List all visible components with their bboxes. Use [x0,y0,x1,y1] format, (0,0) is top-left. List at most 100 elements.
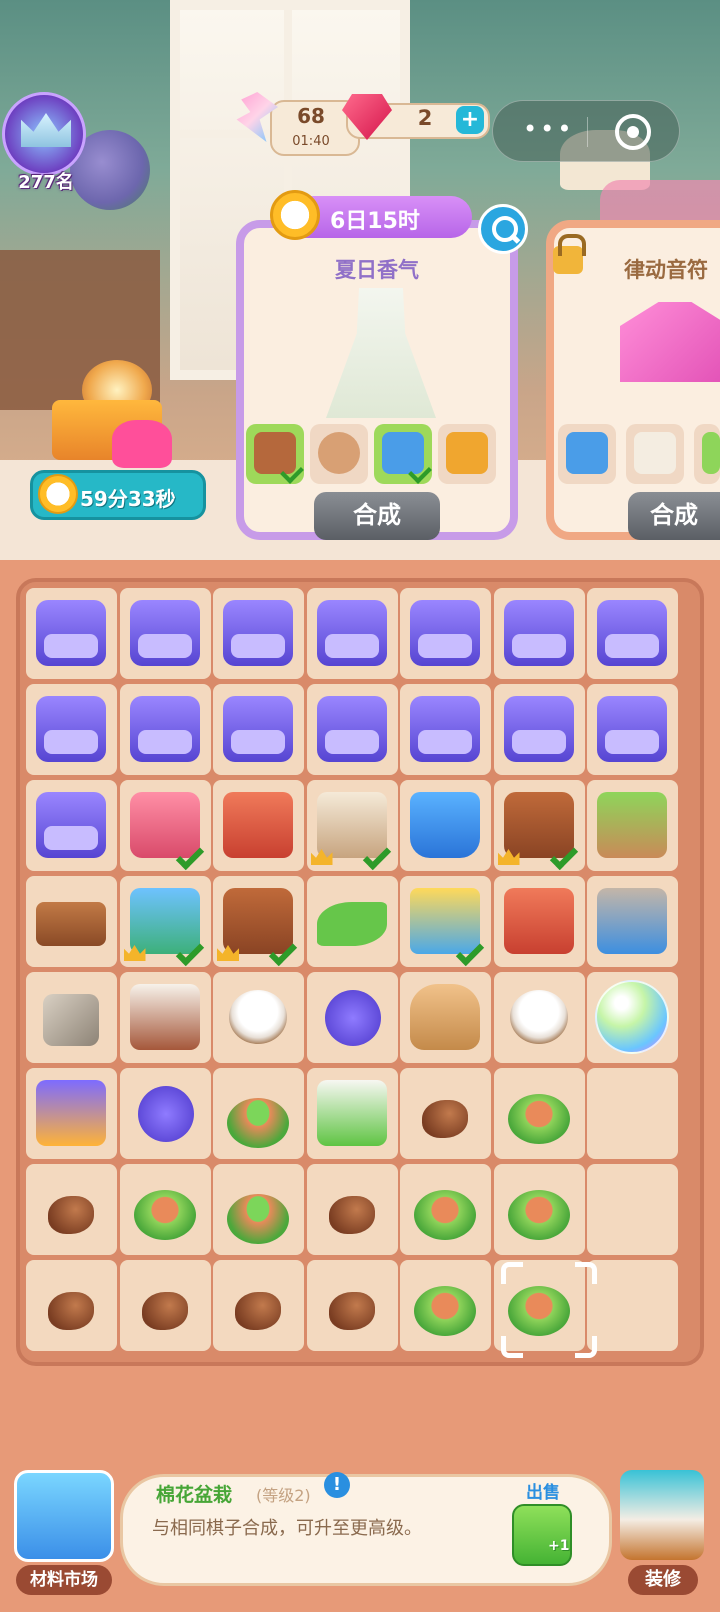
board-cell[interactable] [119,588,211,679]
requirement-slot[interactable] [438,424,496,484]
board-cell[interactable] [587,1068,678,1159]
board-cell[interactable] [306,684,398,775]
board-cell[interactable] [213,1260,304,1351]
board-cell[interactable] [587,1164,678,1255]
board-cell[interactable] [587,1260,678,1351]
board-cell[interactable] [26,1260,117,1351]
kit-icon [316,600,387,666]
capsule-divider [587,117,588,147]
board-cell[interactable] [587,876,678,967]
board-cell[interactable] [493,780,585,871]
board-cell[interactable] [119,1068,211,1159]
plant-icon [702,432,720,474]
seed-icon [141,1292,188,1330]
board-cell[interactable] [587,684,678,775]
decorate-button[interactable] [620,1470,704,1560]
board-cell[interactable] [493,1068,585,1159]
board-cell[interactable] [306,876,398,967]
requirement-slot[interactable] [310,424,368,484]
cotton-icon [229,990,287,1044]
requirement-slot[interactable] [694,424,720,484]
board-cell[interactable] [400,876,491,967]
board-cell[interactable] [213,972,304,1063]
board-cell[interactable] [306,780,398,871]
search-icon[interactable] [478,204,528,254]
material-market-label[interactable]: 材料市场 [16,1565,112,1595]
board-cell[interactable] [213,1164,304,1255]
board-cell[interactable] [213,588,304,679]
board-cell[interactable] [400,1164,491,1255]
board-cell[interactable] [587,780,678,871]
requirement-slot[interactable] [374,424,432,484]
sewing-machine-icon [446,432,488,474]
yarn-icon [324,990,381,1046]
kit-icon [503,600,574,666]
add-gems-button[interactable]: + [456,106,484,134]
seedling-icon [227,1098,289,1148]
merge-button[interactable]: 合成 [628,492,720,540]
board-cell[interactable] [119,972,211,1063]
board-cell[interactable] [119,876,211,967]
board-cell[interactable] [119,1260,211,1351]
board-cell[interactable] [26,684,117,775]
requirement-slot[interactable] [558,424,616,484]
board-cell[interactable] [213,876,304,967]
lock-icon [553,234,586,274]
requirement-slot[interactable] [246,424,304,484]
board-cell[interactable] [493,684,585,775]
sack-icon [410,984,480,1050]
board-cell[interactable] [493,876,585,967]
sell-label: 出售 [526,1483,560,1503]
board-cell[interactable] [587,588,678,679]
board-cell[interactable] [400,780,491,871]
decorate-label[interactable]: 装修 [628,1565,698,1595]
board-cell[interactable] [306,1164,398,1255]
merge-board [16,578,704,1366]
bubble-icon [595,980,669,1054]
board-cell[interactable] [306,1068,398,1159]
sell-button[interactable] [512,1504,572,1566]
close-target-icon[interactable] [615,114,651,150]
board-cell[interactable] [400,1068,491,1159]
cotton-icon [509,990,568,1044]
board-cell[interactable] [213,780,304,871]
board-cell[interactable] [587,972,678,1063]
fabric-stack-icon [566,432,608,474]
board-cell[interactable] [119,780,211,871]
basket-icon [223,792,293,858]
board-cell[interactable] [26,588,117,679]
kit-icon [129,600,200,666]
board-cell[interactable] [213,1068,304,1159]
mini-program-capsule: ••• [492,100,680,162]
board-cell[interactable] [306,1260,398,1351]
seed-icon [48,1196,94,1234]
more-menu-button[interactable]: ••• [523,115,574,143]
board-cell[interactable] [400,588,491,679]
board-cell[interactable] [26,972,117,1063]
item-description: 与相同棋子合成，可升至更高级。 [152,1518,422,1539]
board-cell[interactable] [493,1164,585,1255]
board-cell[interactable] [400,684,491,775]
board-cell[interactable] [400,1260,491,1351]
board-cell[interactable] [213,684,304,775]
help-icon[interactable]: ! [324,1472,350,1498]
towels-icon [634,432,676,474]
board-cell[interactable] [119,684,211,775]
board-cell[interactable] [26,780,117,871]
board-cell[interactable] [119,1164,211,1255]
rank-badge[interactable] [2,92,86,176]
seed-icon [48,1292,94,1330]
gift-chest[interactable] [42,360,182,470]
board-cell[interactable] [306,588,398,679]
cart-icon [597,888,667,954]
board-cell[interactable] [26,876,117,967]
board-cell[interactable] [26,1068,117,1159]
board-cell[interactable] [26,1164,117,1255]
board-cell[interactable] [493,588,585,679]
board-cell[interactable] [306,972,398,1063]
requirement-slot[interactable] [626,424,684,484]
merge-button[interactable]: 合成 [314,492,440,540]
board-cell[interactable] [400,972,491,1063]
board-cell[interactable] [493,972,585,1063]
material-market-button[interactable] [14,1470,114,1562]
